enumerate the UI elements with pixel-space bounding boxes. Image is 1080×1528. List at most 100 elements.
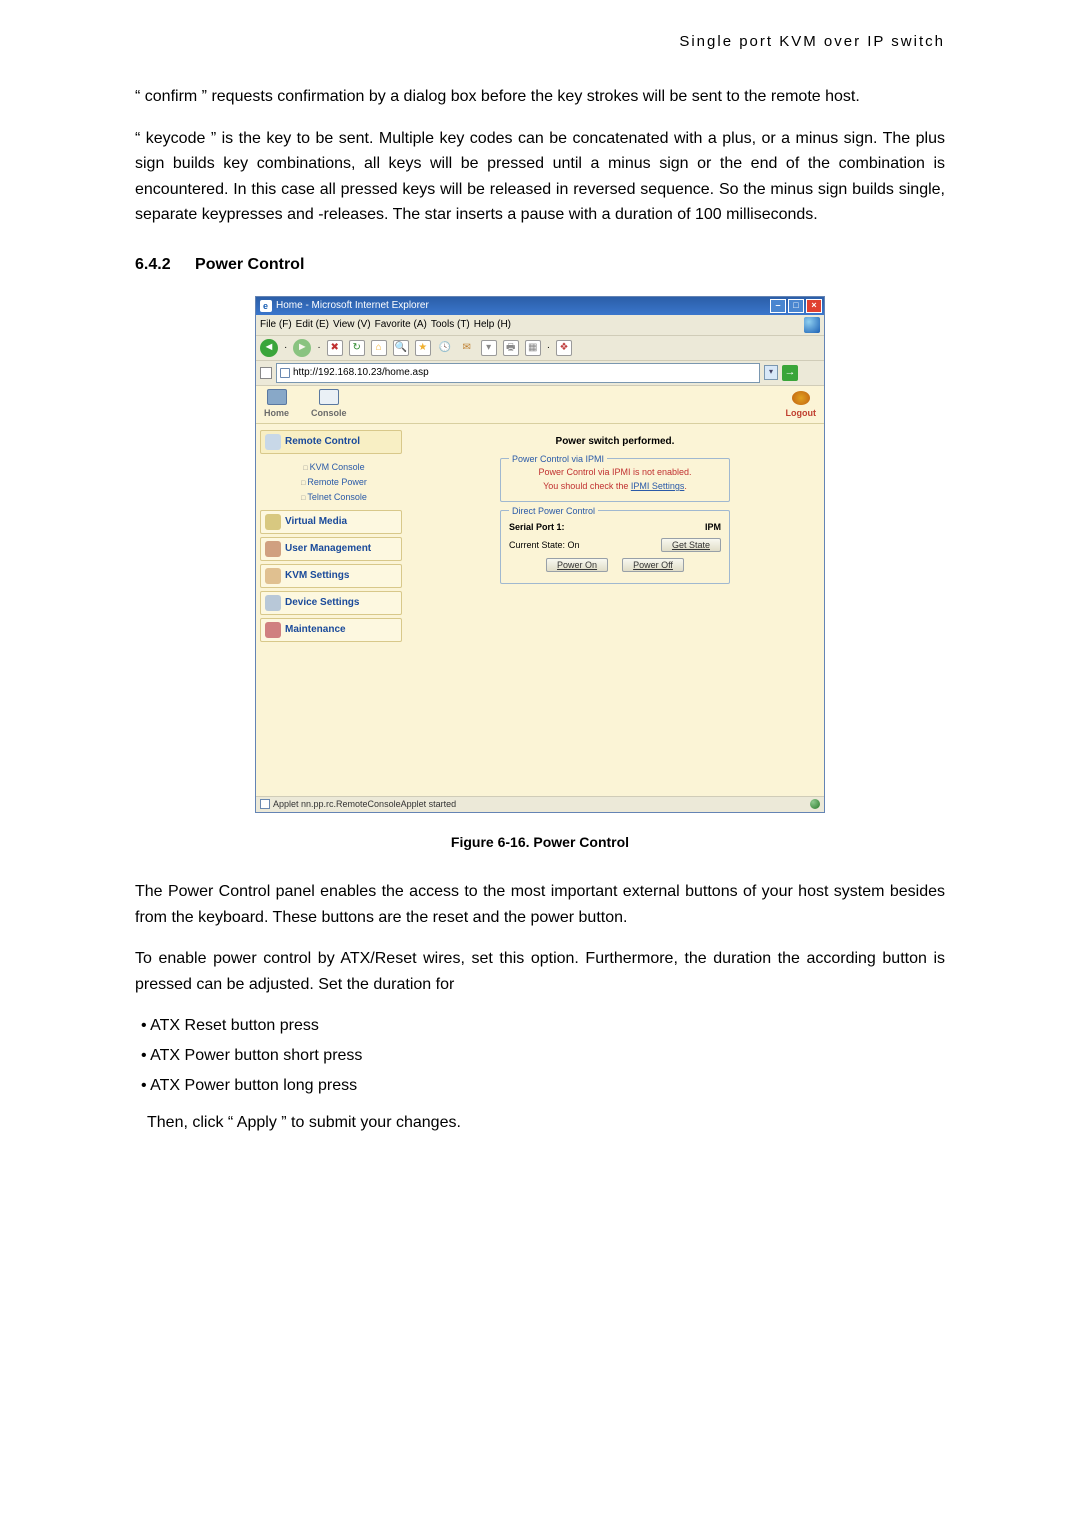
page-header: Single port KVM over IP switch bbox=[135, 30, 945, 54]
close-button[interactable]: × bbox=[806, 299, 822, 313]
sidebar-user-mgmt[interactable]: User Management bbox=[260, 537, 402, 561]
direct-power-fieldset: Direct Power Control Serial Port 1: IPM … bbox=[500, 510, 730, 584]
menu-view[interactable]: View (V) bbox=[333, 317, 371, 333]
section-title: Power Control bbox=[195, 256, 304, 273]
sidebar-device-settings[interactable]: Device Settings bbox=[260, 591, 402, 615]
statusbar-text: Applet nn.pp.rc.RemoteConsoleApplet star… bbox=[273, 797, 456, 811]
nav-logout[interactable]: Logout bbox=[786, 391, 817, 420]
paragraph-enable: To enable power control by ATX/Reset wir… bbox=[135, 946, 945, 997]
sidebar-label: Virtual Media bbox=[285, 514, 347, 530]
toolbar-extra1[interactable]: ▾ bbox=[481, 340, 497, 356]
forward-button[interactable]: ► bbox=[293, 339, 311, 357]
back-button[interactable]: ◄ bbox=[260, 339, 278, 357]
remote-control-icon bbox=[265, 434, 281, 450]
sidebar: Remote Control KVM Console Remote Power … bbox=[256, 424, 406, 651]
paragraph-confirm: “ confirm ” requests confirmation by a d… bbox=[135, 84, 945, 110]
sub-remote-power[interactable]: Remote Power bbox=[266, 475, 402, 489]
menu-help[interactable]: Help (H) bbox=[474, 317, 511, 333]
home-icon bbox=[267, 389, 287, 405]
sidebar-virtual-media[interactable]: Virtual Media bbox=[260, 510, 402, 534]
internet-zone-icon bbox=[810, 799, 820, 809]
print-button[interactable]: 🖶 bbox=[503, 340, 519, 356]
paragraph-keycode: “ keycode ” is the key to be sent. Multi… bbox=[135, 126, 945, 228]
nav-home[interactable]: Home bbox=[264, 389, 289, 420]
nav-console[interactable]: Console bbox=[311, 389, 347, 420]
bullet-item: ATX Power button long press bbox=[141, 1073, 945, 1099]
home-button[interactable]: ⌂ bbox=[371, 340, 387, 356]
refresh-button[interactable]: ↻ bbox=[349, 340, 365, 356]
serial-port-value: IPM bbox=[705, 520, 721, 534]
bullet-item: ATX Reset button press bbox=[141, 1013, 945, 1039]
maximize-button[interactable]: □ bbox=[788, 299, 804, 313]
sidebar-label: Maintenance bbox=[285, 622, 346, 638]
menu-tools[interactable]: Tools (T) bbox=[431, 317, 470, 333]
ipmi-fieldset: Power Control via IPMI Power Control via… bbox=[500, 458, 730, 503]
status-message: Power switch performed. bbox=[416, 434, 814, 450]
user-mgmt-icon bbox=[265, 541, 281, 557]
history-button[interactable]: 🕓 bbox=[437, 340, 453, 356]
sidebar-maintenance[interactable]: Maintenance bbox=[260, 618, 402, 642]
page-content: Home Console Logout Remote Control bbox=[256, 386, 824, 796]
toolbar: ◄ · ► · ✖ ↻ ⌂ 🔍 ★ 🕓 ✉ ▾ 🖶 ▦ · ❖ bbox=[256, 336, 824, 361]
logout-icon bbox=[792, 391, 810, 405]
minimize-button[interactable]: – bbox=[770, 299, 786, 313]
ipmi-settings-link[interactable]: IPMI Settings bbox=[631, 481, 685, 491]
sidebar-kvm-settings[interactable]: KVM Settings bbox=[260, 564, 402, 588]
url-text: http://192.168.10.23/home.asp bbox=[293, 365, 429, 381]
main-panel: Power switch performed. Power Control vi… bbox=[406, 424, 824, 651]
sidebar-label: Device Settings bbox=[285, 595, 359, 611]
kvm-settings-icon bbox=[265, 568, 281, 584]
window-title: Home - Microsoft Internet Explorer bbox=[276, 298, 429, 314]
section-heading: 6.4.2 Power Control bbox=[135, 252, 945, 278]
serial-port-label: Serial Port 1: bbox=[509, 520, 565, 534]
top-nav: Home Console Logout bbox=[256, 386, 824, 424]
search-button[interactable]: 🔍 bbox=[393, 340, 409, 356]
address-icon bbox=[260, 367, 272, 379]
url-dropdown[interactable]: ▾ bbox=[764, 365, 778, 380]
toolbar-extra3[interactable]: ❖ bbox=[556, 340, 572, 356]
sub-telnet-console[interactable]: Telnet Console bbox=[266, 490, 402, 504]
section-number: 6.4.2 bbox=[135, 252, 171, 278]
toolbar-extra2[interactable]: ▦ bbox=[525, 340, 541, 356]
sub-kvm-console[interactable]: KVM Console bbox=[266, 460, 402, 474]
menu-favorite[interactable]: Favorite (A) bbox=[375, 317, 427, 333]
statusbar-icon bbox=[260, 799, 270, 809]
favorites-button[interactable]: ★ bbox=[415, 340, 431, 356]
ie-icon bbox=[260, 300, 272, 312]
figure-caption: Figure 6-16. Power Control bbox=[135, 831, 945, 853]
device-settings-icon bbox=[265, 595, 281, 611]
page-icon bbox=[280, 368, 290, 378]
stop-button[interactable]: ✖ bbox=[327, 340, 343, 356]
url-input[interactable]: http://192.168.10.23/home.asp bbox=[276, 363, 760, 383]
nav-home-label: Home bbox=[264, 408, 289, 418]
bullet-item: ATX Power button short press bbox=[141, 1043, 945, 1069]
ipmi-warn-line1: Power Control via IPMI is not enabled. bbox=[538, 467, 691, 477]
toolbar-sep: · bbox=[284, 340, 287, 356]
power-on-button[interactable]: Power On bbox=[546, 558, 608, 572]
power-off-button[interactable]: Power Off bbox=[622, 558, 684, 572]
maintenance-icon bbox=[265, 622, 281, 638]
virtual-media-icon bbox=[265, 514, 281, 530]
bullet-list: ATX Reset button press ATX Power button … bbox=[135, 1013, 945, 1098]
toolbar-sep: · bbox=[317, 340, 320, 356]
mail-button[interactable]: ✉ bbox=[459, 340, 475, 356]
window-titlebar: Home - Microsoft Internet Explorer – □ × bbox=[256, 297, 824, 315]
menu-file[interactable]: File (F) bbox=[260, 317, 292, 333]
go-button[interactable]: → bbox=[782, 365, 798, 381]
current-state-label: Current State: On bbox=[509, 538, 580, 552]
sidebar-subitems: KVM Console Remote Power Telnet Console bbox=[260, 457, 402, 510]
apply-line: Then, click “ Apply ” to submit your cha… bbox=[147, 1110, 945, 1136]
sidebar-label: Remote Control bbox=[285, 434, 360, 450]
sidebar-label: KVM Settings bbox=[285, 568, 349, 584]
figure-container: Home - Microsoft Internet Explorer – □ ×… bbox=[135, 296, 945, 813]
statusbar-zone bbox=[810, 799, 820, 809]
menubar: File (F) Edit (E) View (V) Favorite (A) … bbox=[256, 315, 824, 336]
nav-console-label: Console bbox=[311, 408, 347, 418]
menu-edit[interactable]: Edit (E) bbox=[296, 317, 329, 333]
address-bar: http://192.168.10.23/home.asp ▾ → bbox=[256, 361, 824, 386]
sidebar-remote-control[interactable]: Remote Control bbox=[260, 430, 402, 454]
get-state-button[interactable]: Get State bbox=[661, 538, 721, 552]
direct-power-legend: Direct Power Control bbox=[509, 504, 598, 518]
toolbar-sep: · bbox=[547, 340, 550, 356]
ipmi-legend: Power Control via IPMI bbox=[509, 452, 607, 466]
